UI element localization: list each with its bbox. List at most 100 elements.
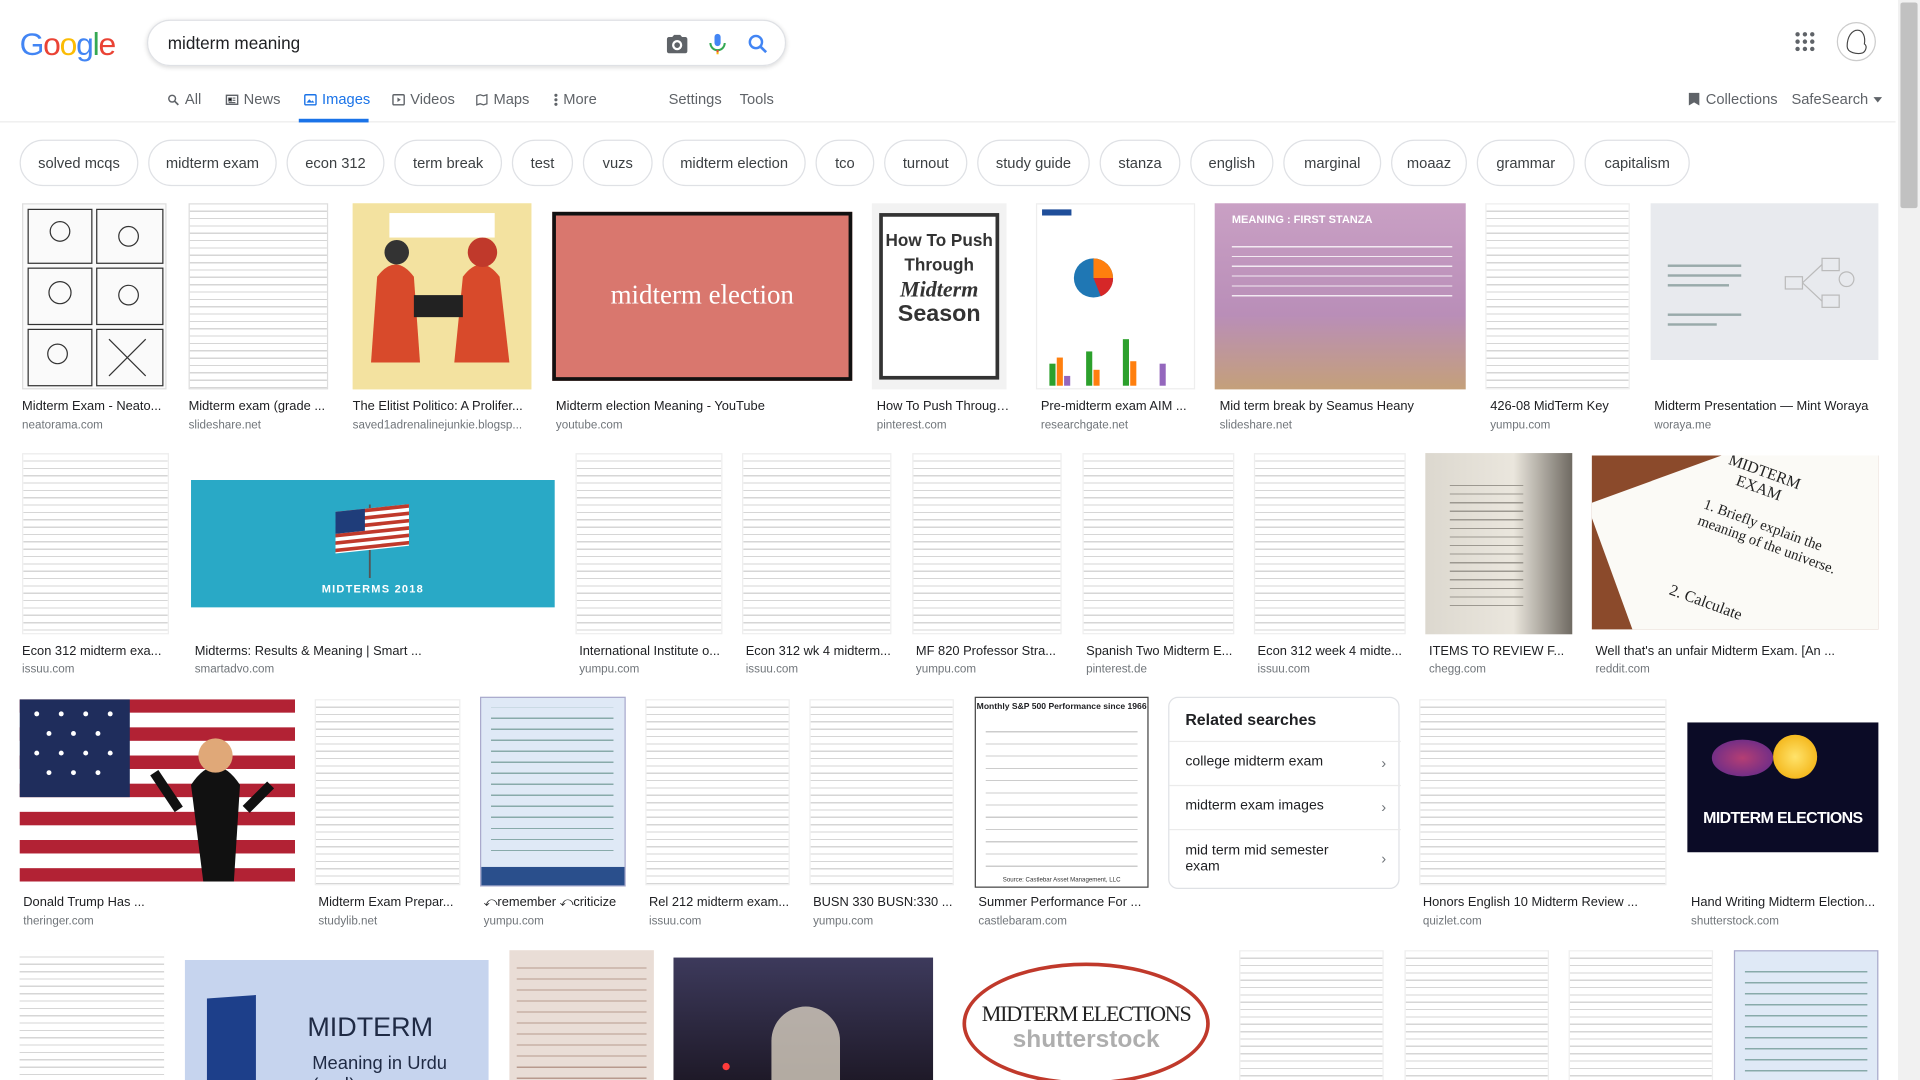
tab-settings[interactable]: Settings (669, 91, 722, 108)
result-title[interactable]: Econ 312 midterm exa... (22, 644, 169, 659)
result-title[interactable]: The Elitist Politico: A Prolifer... (353, 399, 532, 414)
result-image-4[interactable]: midterm election (552, 211, 853, 381)
search-box[interactable]: midterm meaning (146, 19, 787, 67)
caret-down-icon (1873, 96, 1882, 102)
result-image-3[interactable] (352, 203, 532, 390)
result-title[interactable]: Econ 312 week 4 midte... (1258, 644, 1410, 659)
result-image-16[interactable] (1253, 453, 1406, 635)
result-image-1[interactable] (22, 203, 167, 390)
result-image-31[interactable]: MIDTERM ELECTIONS shutterstock (952, 950, 1220, 1080)
chip-econ-312[interactable]: econ 312 (286, 139, 385, 187)
chip-solved-mcqs[interactable]: solved mcqs (19, 139, 139, 187)
result-image-18[interactable]: MIDTERM EXAM 1. Briefly explain the meanin… (1591, 455, 1879, 630)
result-image-13[interactable] (742, 453, 892, 635)
microphone-icon[interactable] (705, 32, 729, 56)
result-image-25[interactable] (1419, 699, 1667, 886)
result-title[interactable]: Mid term break by Seamus Heany (1220, 399, 1471, 414)
chip-test[interactable]: test (511, 139, 574, 187)
result-image-6[interactable] (1035, 203, 1196, 390)
result-image-2[interactable] (188, 203, 329, 390)
chip-grammar[interactable]: grammar (1476, 139, 1575, 187)
result-title[interactable]: Midterm Exam - Neato... (22, 399, 166, 414)
result-title[interactable]: Midterm Exam Prepar... (318, 895, 464, 910)
related-search-item[interactable]: college midterm exam › (1169, 740, 1401, 785)
result-title[interactable]: Well that's an unfair Midterm Exam. [An … (1596, 644, 1883, 659)
result-image-15[interactable] (1082, 453, 1235, 635)
chip-tco[interactable]: tco (815, 139, 875, 187)
search-input[interactable]: midterm meaning (168, 33, 300, 53)
result-image-19[interactable] (19, 699, 296, 882)
chip-study-guide[interactable]: study guide (977, 139, 1090, 187)
google-logo[interactable]: Google (20, 26, 117, 64)
result-title[interactable]: 426-08 MidTerm Key (1490, 399, 1634, 414)
camera-icon[interactable] (665, 32, 689, 56)
result-image-26[interactable]: MIDTERM ELECTIONS (1687, 722, 1879, 853)
result-title[interactable]: Spanish Two Midterm E... (1086, 644, 1238, 659)
page-scrollbar-thumb[interactable] (1900, 2, 1918, 209)
tab-videos[interactable]: Videos (392, 91, 455, 108)
apps-grid-icon[interactable] (1795, 32, 1815, 52)
result-title[interactable]: Summer Performance For ... (978, 895, 1152, 910)
result-image-34[interactable] (1568, 950, 1714, 1080)
result-title[interactable]: Hand Writing Midterm Election... (1691, 895, 1882, 910)
result-image-23[interactable] (809, 699, 954, 886)
chip-midterm-election[interactable]: midterm election (662, 139, 806, 187)
search-icon[interactable] (746, 32, 770, 56)
result-title[interactable]: MF 820 Professor Stra... (916, 644, 1065, 659)
chip-term-break[interactable]: term break (394, 139, 503, 187)
result-image-22[interactable] (645, 699, 790, 886)
tab-maps[interactable]: Maps (475, 91, 529, 108)
result-image-5[interactable]: How To Push Through Midterm Season (871, 203, 1007, 390)
result-title[interactable]: Midterm Presentation — Mint Woraya (1654, 399, 1882, 414)
result-title[interactable]: How To Push Through... (877, 399, 1012, 414)
result-title[interactable]: Midterm election Meaning - YouTube (556, 399, 856, 414)
result-title[interactable]: ITEMS TO REVIEW F... (1429, 644, 1576, 659)
result-title[interactable]: Econ 312 wk 4 midterm... (746, 644, 895, 659)
result-image-27[interactable] (19, 950, 165, 1080)
result-image-24[interactable]: Monthly S&P 500 Performance since 1966 S… (974, 696, 1149, 888)
tab-all[interactable]: All (167, 91, 201, 108)
result-image-33[interactable] (1404, 950, 1549, 1080)
related-search-item[interactable]: midterm exam images › (1169, 784, 1401, 829)
result-image-17[interactable] (1425, 453, 1573, 635)
related-search-item[interactable]: mid term mid semester exam › (1169, 828, 1401, 888)
result-image-11[interactable]: MIDTERMS 2018 (191, 480, 555, 608)
result-image-10[interactable] (22, 453, 169, 635)
tab-news[interactable]: News (225, 91, 280, 108)
safesearch-dropdown[interactable]: SafeSearch (1791, 91, 1882, 108)
tab-tools[interactable]: Tools (740, 91, 774, 108)
result-image-30[interactable] (673, 957, 934, 1080)
account-avatar[interactable] (1836, 22, 1876, 62)
result-image-35[interactable] (1733, 950, 1879, 1080)
chip-vuzs[interactable]: vuzs (582, 139, 653, 187)
result-image-9[interactable] (1650, 203, 1879, 361)
result-image-28[interactable]: MIDTERM Meaning in Urdu (اردو) (184, 960, 489, 1080)
result-title[interactable]: Honors English 10 Midterm Review ... (1423, 895, 1670, 910)
result-image-32[interactable] (1239, 950, 1384, 1080)
chip-english[interactable]: english (1190, 139, 1274, 187)
chip-stanza[interactable]: stanza (1099, 139, 1181, 187)
result-title[interactable]: ⤺remember ⤺criticize (484, 895, 630, 911)
chip-moaaz[interactable]: moaaz (1391, 139, 1467, 187)
result-image-8[interactable] (1485, 203, 1630, 390)
result-image-14[interactable] (912, 453, 1062, 635)
chip-midterm-exam[interactable]: midterm exam (148, 139, 277, 187)
result-image-29[interactable] (509, 950, 654, 1080)
result-title[interactable]: BUSN 330 BUSN:330 ... (813, 895, 957, 910)
result-image-12[interactable] (575, 453, 723, 635)
result-title[interactable]: Pre-midterm exam AIM ... (1041, 399, 1200, 414)
tab-images[interactable]: Images (304, 91, 370, 108)
result-image-20[interactable] (314, 699, 461, 886)
result-title[interactable]: International Institute o... (579, 644, 726, 659)
chip-capitalism[interactable]: capitalism (1584, 139, 1690, 187)
chip-marginal[interactable]: marginal (1283, 139, 1382, 187)
result-title[interactable]: Midterm exam (grade ... (189, 399, 329, 414)
collections-link[interactable]: Collections (1687, 91, 1778, 108)
result-image-21[interactable] (480, 696, 626, 887)
chip-turnout[interactable]: turnout (884, 139, 968, 187)
tab-more[interactable]: More (553, 91, 597, 108)
result-title[interactable]: Rel 212 midterm exam... (649, 895, 793, 910)
result-title[interactable]: Donald Trump Has ... (23, 895, 299, 910)
result-title[interactable]: Midterms: Results & Meaning | Smart ... (195, 644, 559, 659)
result-image-7[interactable]: MEANING : FIRST STANZA (1214, 203, 1466, 390)
